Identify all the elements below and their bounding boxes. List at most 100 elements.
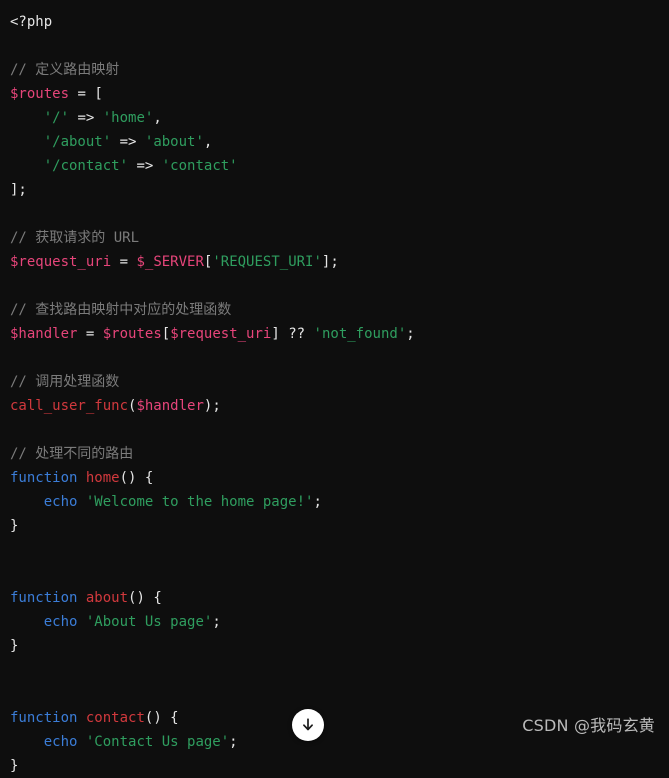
code-line: echo 'About Us page'; bbox=[0, 610, 669, 634]
code-token-keyword: echo bbox=[43, 494, 78, 510]
code-line: function about() { bbox=[0, 586, 669, 610]
code-token-string: '/contact' bbox=[43, 158, 129, 174]
code-line: <?php bbox=[0, 10, 669, 34]
code-token-string: 'about' bbox=[144, 134, 204, 150]
code-token-comment: // 处理不同的路由 bbox=[10, 446, 134, 462]
code-block[interactable]: <?php // 定义路由映射 $routes = [ '/' => 'home'… bbox=[0, 10, 669, 778]
code-token-function: about bbox=[85, 590, 129, 606]
code-line: $request_uri = $_SERVER['REQUEST_URI']; bbox=[0, 250, 669, 274]
code-token-string: '/about' bbox=[43, 134, 112, 150]
code-token-punctuation: } bbox=[10, 758, 19, 774]
code-token-punctuation: ; bbox=[212, 614, 221, 630]
code-token-punctuation: => bbox=[119, 134, 137, 150]
watermark: CSDN @我码玄黄 bbox=[522, 716, 655, 735]
code-token-function: contact bbox=[85, 710, 145, 726]
code-token-punctuation: ] bbox=[271, 326, 280, 342]
code-token-variable: $request_uri bbox=[170, 326, 272, 342]
code-token-punctuation: } bbox=[10, 638, 19, 654]
code-token-punctuation: [ bbox=[94, 86, 103, 102]
code-line: call_user_func($handler); bbox=[0, 394, 669, 418]
arrow-down-icon bbox=[299, 716, 317, 734]
code-line: // 处理不同的路由 bbox=[0, 442, 669, 466]
code-token-string: 'REQUEST_URI' bbox=[212, 254, 322, 270]
code-token-variable: $_SERVER bbox=[136, 254, 204, 270]
code-token-punctuation: () { bbox=[119, 470, 154, 486]
code-token-punctuation: , bbox=[203, 134, 213, 150]
code-line: ]; bbox=[0, 178, 669, 202]
code-token-string: 'home' bbox=[102, 110, 154, 126]
code-line: $handler = $routes[$request_uri] ?? 'not… bbox=[0, 322, 669, 346]
code-token-variable: $request_uri bbox=[10, 254, 112, 270]
code-token-punctuation: ; bbox=[313, 494, 322, 510]
code-token-punctuation: () { bbox=[144, 710, 179, 726]
code-token-punctuation: => bbox=[77, 110, 95, 126]
code-token-keyword: echo bbox=[43, 734, 78, 750]
scroll-down-button[interactable] bbox=[292, 709, 324, 741]
code-line: $routes = [ bbox=[0, 82, 669, 106]
code-token-punctuation: ; bbox=[229, 734, 238, 750]
code-token-keyword: echo bbox=[43, 614, 78, 630]
code-token-punctuation: () { bbox=[128, 590, 162, 606]
code-token-string: '/' bbox=[43, 110, 70, 126]
code-token-punctuation: => bbox=[136, 158, 154, 174]
code-token-variable: $routes bbox=[102, 326, 162, 342]
code-token-punctuation: ); bbox=[203, 398, 221, 414]
code-token-variable: $handler bbox=[136, 398, 204, 414]
code-token-punctuation: ]; bbox=[321, 254, 339, 270]
code-token-variable: $handler bbox=[10, 326, 78, 342]
code-token-punctuation: ; bbox=[406, 326, 415, 342]
code-line: } bbox=[0, 754, 669, 778]
code-token-punctuation: = bbox=[77, 86, 86, 102]
code-token-string: 'not_found' bbox=[313, 326, 407, 342]
code-token-string: 'About Us page' bbox=[85, 614, 213, 630]
code-token-function: call_user_func bbox=[10, 398, 129, 414]
code-token-keyword: function bbox=[10, 590, 78, 606]
code-token-punctuation: ]; bbox=[10, 182, 27, 198]
code-line: // 查找路由映射中对应的处理函数 bbox=[0, 298, 669, 322]
code-token-string: 'Contact Us page' bbox=[85, 734, 230, 750]
code-token-keyword: function bbox=[10, 710, 78, 726]
code-token-punctuation: [ bbox=[161, 326, 171, 342]
code-token-punctuation: ?? bbox=[288, 326, 306, 342]
code-line: echo 'Welcome to the home page!'; bbox=[0, 490, 669, 514]
code-token-keyword: function bbox=[10, 470, 78, 486]
code-line: '/about' => 'about', bbox=[0, 130, 669, 154]
code-token-function: home bbox=[85, 470, 120, 486]
code-token-comment: // 获取请求的 URL bbox=[10, 230, 140, 246]
code-line: '/' => 'home', bbox=[0, 106, 669, 130]
code-token-variable: $routes bbox=[10, 86, 70, 102]
code-line: } bbox=[0, 514, 669, 538]
code-line: // 定义路由映射 bbox=[0, 58, 669, 82]
code-token-plain: <?php bbox=[10, 14, 53, 30]
code-line: '/contact' => 'contact' bbox=[0, 154, 669, 178]
code-token-comment: // 定义路由映射 bbox=[10, 62, 120, 78]
code-token-string: 'Welcome to the home page!' bbox=[85, 494, 314, 510]
code-token-punctuation: , bbox=[153, 110, 162, 126]
code-token-punctuation: = bbox=[119, 254, 129, 270]
